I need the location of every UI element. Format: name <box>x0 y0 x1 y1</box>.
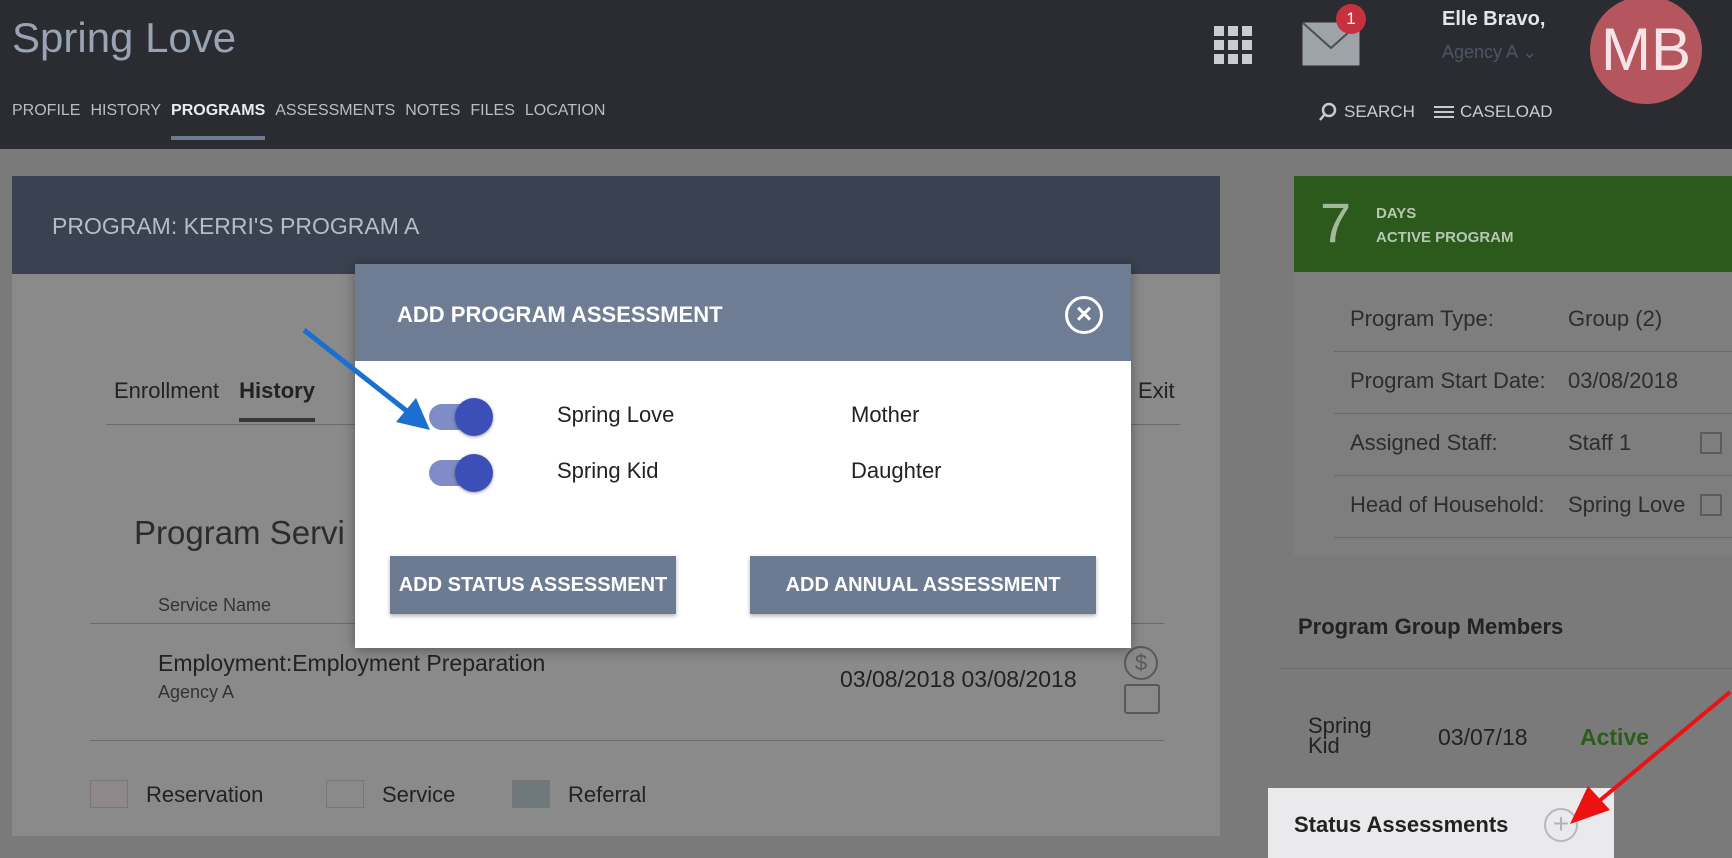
dollar-icon[interactable]: $ <box>1124 646 1158 680</box>
legend-label-reservation: Reservation <box>146 782 264 807</box>
nav-location[interactable]: LOCATION <box>525 102 606 140</box>
add-program-assessment-modal: ADD PROGRAM ASSESSMENT × Spring Love Mot… <box>355 264 1131 648</box>
group-members-title: Program Group Members <box>1298 614 1564 639</box>
tab-exit[interactable]: Exit <box>1138 378 1175 404</box>
program-title: PROGRAM: KERRI'S PROGRAM A <box>52 213 420 239</box>
tab-enrollment[interactable]: Enrollment <box>114 378 219 422</box>
close-icon[interactable]: × <box>1065 296 1103 334</box>
caseload-link[interactable]: CASELOAD <box>1434 102 1553 122</box>
modal-member-role: Daughter <box>851 458 942 483</box>
days-label: DAYS ACTIVE PROGRAM <box>1376 205 1514 246</box>
caseload-label: CASELOAD <box>1460 102 1553 121</box>
user-name: Elle Bravo, <box>1442 8 1546 30</box>
member-date: 03/07/18 <box>1438 724 1528 750</box>
info-row-assigned-staff: Assigned Staff: Staff 1 <box>1334 414 1732 476</box>
nav-programs[interactable]: PROGRAMS <box>171 102 266 140</box>
member-name[interactable]: Spring Kid <box>1308 715 1388 757</box>
search-link[interactable]: SEARCH <box>1318 102 1415 122</box>
modal-member-name: Spring Love <box>557 402 675 427</box>
top-nav: PROFILE HISTORY PROGRAMS ASSESSMENTS NOT… <box>12 102 605 140</box>
apps-grid-icon[interactable] <box>1214 26 1252 64</box>
add-status-assessment-button[interactable]: ADD STATUS ASSESSMENT <box>390 556 676 614</box>
info-row-head-of-household: Head of Household: Spring Love <box>1334 476 1732 538</box>
avatar[interactable]: MB <box>1590 0 1702 104</box>
program-tabs: Enrollment History <box>114 378 315 422</box>
section-title: Program Servi <box>134 514 345 551</box>
edit-icon[interactable] <box>1700 432 1722 454</box>
nav-profile[interactable]: PROFILE <box>12 102 80 140</box>
nav-notes[interactable]: NOTES <box>405 102 460 140</box>
info-row-program-type: Program Type: Group (2) <box>1334 290 1732 352</box>
edit-icon[interactable] <box>1700 494 1722 516</box>
member-toggle-spring-love[interactable] <box>429 398 493 436</box>
divider <box>1280 668 1732 669</box>
info-row-start-date: Program Start Date: 03/08/2018 <box>1334 352 1732 414</box>
member-status: Active <box>1580 724 1650 750</box>
search-icon <box>1319 102 1337 121</box>
service-name[interactable]: Employment:Employment Preparation <box>158 650 545 677</box>
modal-member-name: Spring Kid <box>557 458 659 483</box>
service-agency: Agency A <box>158 682 235 702</box>
legend-label-service: Service <box>382 782 456 807</box>
tab-history[interactable]: History <box>239 378 315 422</box>
agency-dropdown[interactable]: Agency A ⌄ <box>1442 42 1537 63</box>
modal-member-role: Mother <box>851 402 920 427</box>
client-name: Spring Love <box>12 14 237 61</box>
add-status-assessment-plus-icon[interactable]: + <box>1544 808 1578 842</box>
mail-count-badge: 1 <box>1336 4 1366 34</box>
service-dates: 03/08/2018 03/08/2018 <box>840 666 1077 692</box>
legend-swatch-referral <box>512 780 550 808</box>
modal-title: ADD PROGRAM ASSESSMENT <box>397 302 723 327</box>
nav-history[interactable]: HISTORY <box>90 102 161 140</box>
legend-swatch-service <box>326 780 364 808</box>
days-count: 7 <box>1320 191 1352 254</box>
nav-assessments[interactable]: ASSESSMENTS <box>275 102 395 140</box>
add-annual-assessment-button[interactable]: ADD ANNUAL ASSESSMENT <box>750 556 1096 614</box>
member-toggle-spring-kid[interactable] <box>429 454 493 492</box>
legend-swatch-reservation <box>90 780 128 808</box>
column-header-service-name: Service Name <box>158 595 272 615</box>
nav-files[interactable]: FILES <box>470 102 514 140</box>
status-assessments-label: Status Assessments <box>1294 812 1509 837</box>
legend-label-referral: Referral <box>568 782 647 807</box>
comment-icon[interactable] <box>1124 684 1160 714</box>
search-label: SEARCH <box>1344 102 1415 121</box>
divider <box>90 740 1164 741</box>
menu-icon <box>1434 106 1454 118</box>
